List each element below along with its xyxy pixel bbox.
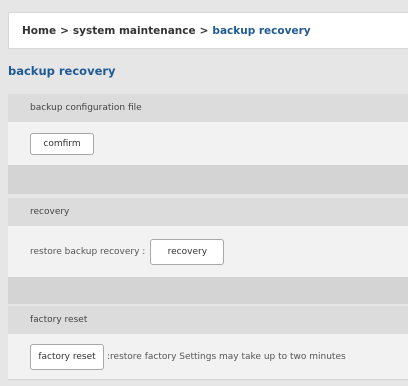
confirm-button[interactable]: comfirm <box>30 132 94 155</box>
backup-panel-body: comfirm <box>8 122 408 166</box>
backup-panel-header: backup configuration file <box>8 94 408 122</box>
recovery-panel-body: restore backup recovery : recovery <box>8 226 408 278</box>
breadcrumb-home[interactable]: Home <box>22 25 56 37</box>
factory-reset-panel: factory reset factory reset :restore fac… <box>8 306 408 380</box>
breadcrumb: Home > system maintenance > backup recov… <box>8 12 408 49</box>
recovery-button[interactable]: recovery <box>150 238 225 265</box>
factory-reset-panel-header: factory reset <box>8 306 408 334</box>
factory-reset-button[interactable]: factory reset <box>30 343 104 370</box>
backup-panel: backup configuration file comfirm <box>8 94 408 166</box>
factory-reset-hint: :restore factory Settings may take up to… <box>107 351 346 362</box>
restore-backup-label: restore backup recovery : <box>30 246 146 257</box>
breadcrumb-separator: > <box>199 24 209 37</box>
factory-reset-panel-body: factory reset :restore factory Settings … <box>8 334 408 380</box>
breadcrumb-system-maintenance[interactable]: system maintenance <box>73 25 196 37</box>
recovery-panel-header: recovery <box>8 198 408 226</box>
page-title: backup recovery <box>8 64 116 78</box>
breadcrumb-current: backup recovery <box>212 24 311 37</box>
recovery-panel: recovery restore backup recovery : recov… <box>8 198 408 278</box>
breadcrumb-separator: > <box>60 24 69 37</box>
section-divider <box>8 166 408 194</box>
section-divider <box>8 278 408 304</box>
